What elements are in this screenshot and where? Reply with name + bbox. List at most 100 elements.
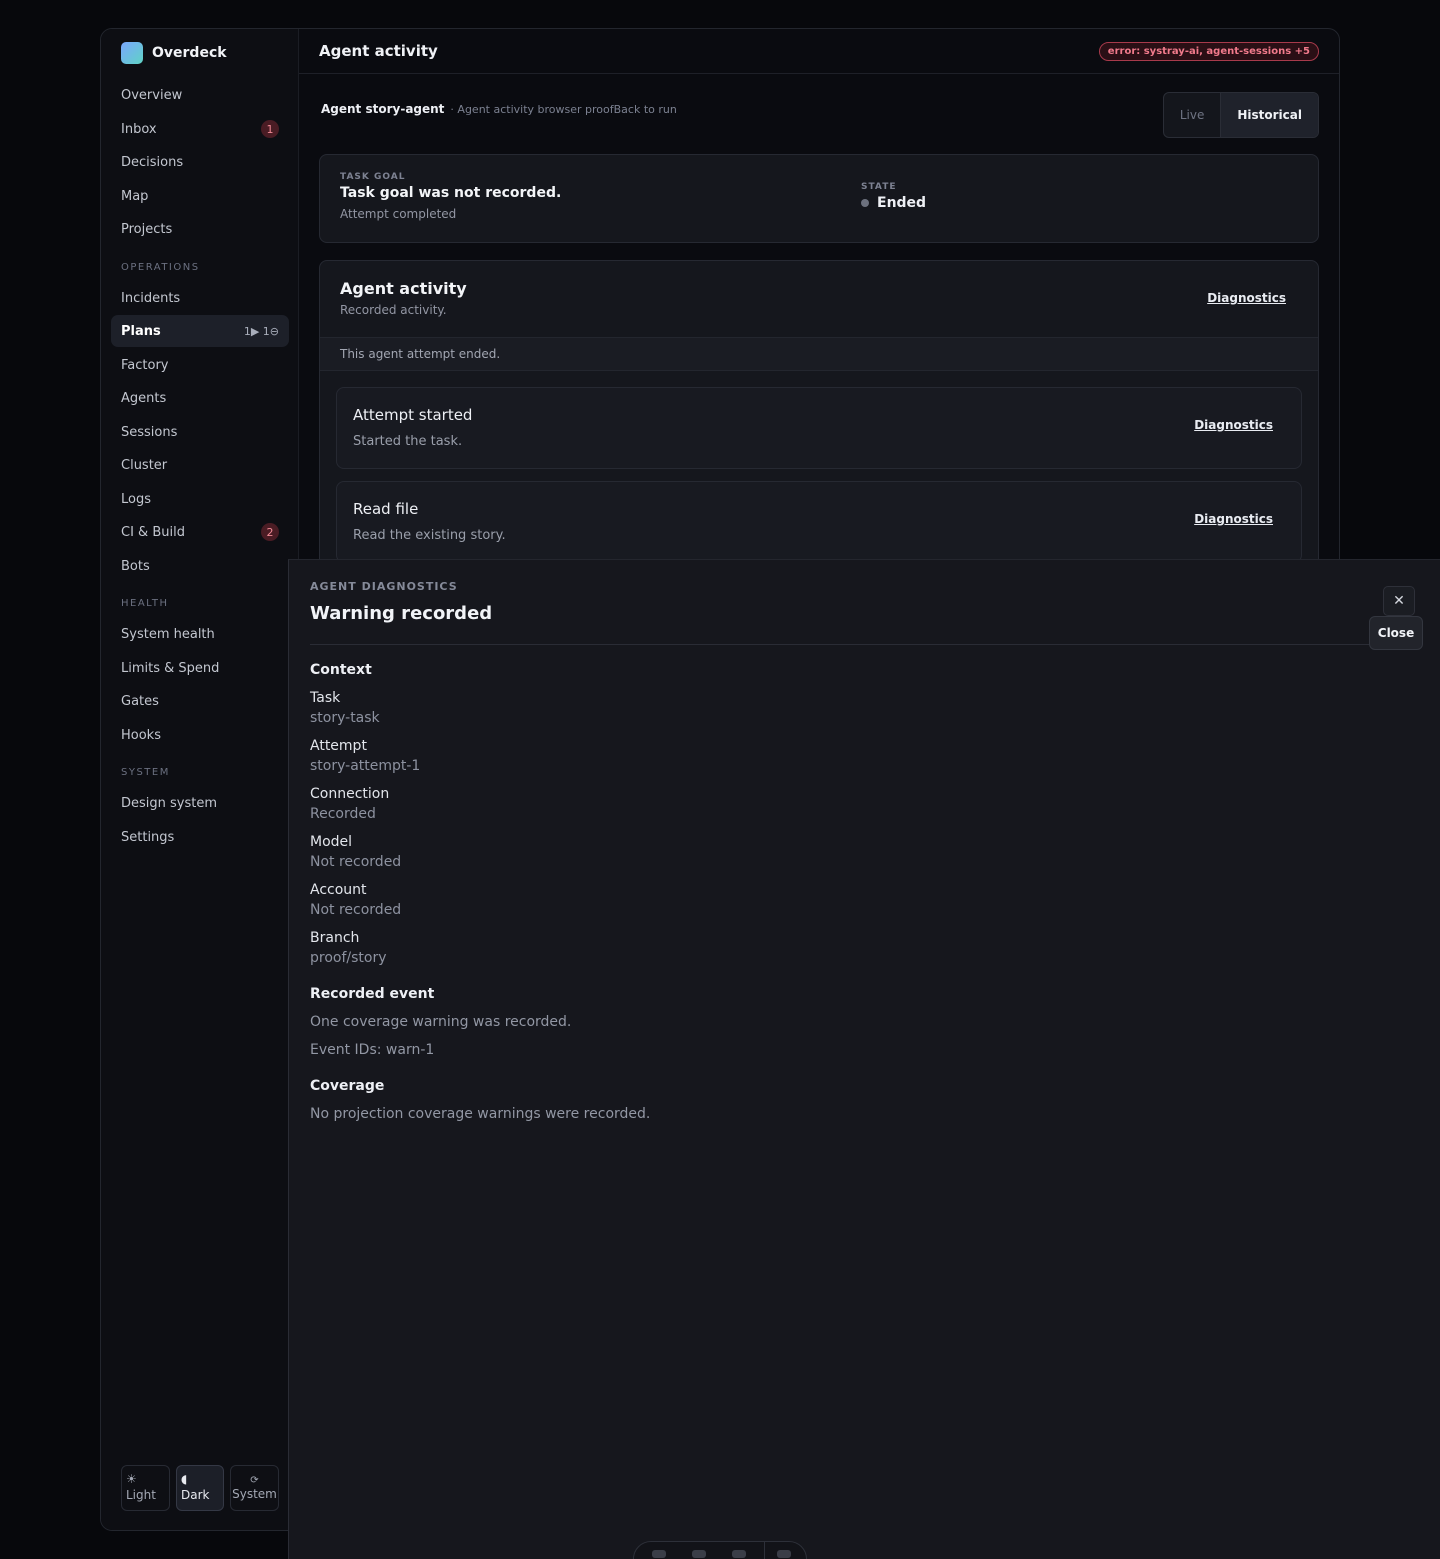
section-title-system: SYSTEM <box>121 767 170 778</box>
dock-item-icon[interactable] <box>692 1550 706 1558</box>
brand-name: Overdeck <box>152 45 227 61</box>
sidebar-item-label: Limits & Spend <box>121 660 220 676</box>
sidebar-item-map[interactable]: Map <box>111 180 289 212</box>
context-value: story-task <box>310 710 380 726</box>
event-ids-text: Event IDs: warn-1 <box>310 1042 435 1058</box>
theme-system-button[interactable]: ⟳ System <box>230 1465 279 1511</box>
recorded-event-heading: Recorded event <box>310 986 435 1002</box>
sidebar-item-label: Gates <box>121 693 159 709</box>
breadcrumb-agent[interactable]: Agent story-agent <box>321 102 444 116</box>
agent-activity-card: Agent activity Recorded activity. Diagno… <box>319 260 1319 580</box>
drawer-title: Warning recorded <box>310 603 493 624</box>
refresh-icon: ⟳ <box>250 1474 259 1486</box>
context-value: story-attempt-1 <box>310 758 421 774</box>
attempt-ended-banner: This agent attempt ended. <box>320 337 1318 371</box>
event-subtitle: Read the existing story. <box>353 528 506 543</box>
event-diagnostics-link[interactable]: Diagnostics <box>1194 418 1273 432</box>
brand[interactable]: Overdeck <box>121 42 227 64</box>
sidebar-item-label: Decisions <box>121 154 184 170</box>
state-kicker: STATE <box>861 182 897 192</box>
sidebar-item-gates[interactable]: Gates <box>111 685 289 717</box>
event-subtitle: Started the task. <box>353 434 463 449</box>
context-value: Not recorded <box>310 902 402 918</box>
diagnostics-drawer: AGENT DIAGNOSTICS Warning recorded ✕ Clo… <box>288 559 1440 1559</box>
sidebar-item-label: CI & Build <box>121 524 185 540</box>
section-title-operations: OPERATIONS <box>121 262 200 273</box>
live-mode-button[interactable]: Live <box>1164 93 1221 137</box>
event-diagnostics-link[interactable]: Diagnostics <box>1194 512 1273 526</box>
historical-mode-button[interactable]: Historical <box>1220 93 1318 137</box>
sidebar-item-plans[interactable]: Plans 1▶ 1⊖ <box>111 315 289 347</box>
sidebar-item-ci-build[interactable]: CI & Build 2 <box>111 516 289 548</box>
context-key: Account <box>310 882 367 898</box>
activity-event: Read file Read the existing story. Diagn… <box>336 481 1302 563</box>
theme-dark-label: ◖ Dark <box>181 1472 210 1502</box>
sidebar-item-logs[interactable]: Logs <box>111 483 289 515</box>
sidebar-item-label: Map <box>121 188 149 204</box>
bottom-dock <box>633 1541 807 1559</box>
sidebar-item-bots[interactable]: Bots <box>111 550 289 582</box>
theme-light-button[interactable]: ☀ Light <box>121 1465 170 1511</box>
state-value-text: Ended <box>877 195 927 211</box>
ci-build-count-badge: 2 <box>261 523 279 541</box>
sidebar-item-sessions[interactable]: Sessions <box>111 416 289 448</box>
breadcrumb-subtitle: · Agent activity browser proof <box>450 102 614 116</box>
back-to-run-link[interactable]: Back to run <box>614 103 677 116</box>
mode-toggle: Live Historical <box>1162 92 1319 138</box>
sidebar-item-label: Logs <box>121 491 151 507</box>
activity-event: Attempt started Started the task. Diagno… <box>336 387 1302 469</box>
coverage-heading: Coverage <box>310 1078 385 1094</box>
inbox-count-badge: 1 <box>261 120 279 138</box>
context-heading: Context <box>310 662 372 678</box>
theme-system-label: System <box>232 1486 277 1501</box>
sidebar: Overdeck Overview Inbox 1 Decisions Map P… <box>101 29 299 1530</box>
activity-title: Agent activity <box>340 279 467 298</box>
context-value: proof/story <box>310 950 387 966</box>
sidebar-item-cluster[interactable]: Cluster <box>111 449 289 481</box>
theme-switcher: ☀ Light ◖ Dark ⟳ System <box>121 1465 279 1511</box>
theme-dark-button[interactable]: ◖ Dark <box>176 1465 224 1511</box>
sidebar-item-agents[interactable]: Agents <box>111 382 289 414</box>
sidebar-item-overview[interactable]: Overview <box>111 79 289 111</box>
event-title: Attempt started <box>353 406 473 424</box>
sidebar-item-label: System health <box>121 626 215 642</box>
sidebar-item-design-system[interactable]: Design system <box>111 787 289 819</box>
sidebar-item-hooks[interactable]: Hooks <box>111 719 289 751</box>
sidebar-item-label: Agents <box>121 390 167 406</box>
sidebar-item-label: Factory <box>121 357 169 373</box>
sidebar-item-factory[interactable]: Factory <box>111 349 289 381</box>
sidebar-item-label: Overview <box>121 87 183 103</box>
error-status-badge[interactable]: error: systray-ai, agent-sessions +5 <box>1098 41 1319 61</box>
sidebar-item-inbox[interactable]: Inbox 1 <box>111 113 289 145</box>
sidebar-item-decisions[interactable]: Decisions <box>111 146 289 178</box>
sidebar-item-system-health[interactable]: System health <box>111 618 289 650</box>
sidebar-item-settings[interactable]: Settings <box>111 821 289 853</box>
sidebar-item-label: Bots <box>121 558 150 574</box>
sidebar-item-label: Incidents <box>121 290 181 306</box>
task-goal-subtitle: Attempt completed <box>340 207 457 221</box>
sidebar-item-incidents[interactable]: Incidents <box>111 282 289 314</box>
context-key: Model <box>310 834 353 850</box>
context-key: Connection <box>310 786 390 802</box>
section-title-health: HEALTH <box>121 598 169 609</box>
breadcrumb: Agent story-agent · Agent activity brows… <box>321 102 677 116</box>
topbar: Agent activity error: systray-ai, agent-… <box>299 29 1339 74</box>
status-dot-icon <box>861 199 869 207</box>
sidebar-item-label: Settings <box>121 829 175 845</box>
dock-item-icon[interactable] <box>732 1550 746 1558</box>
drawer-kicker: AGENT DIAGNOSTICS <box>310 580 458 593</box>
sidebar-item-limits-spend[interactable]: Limits & Spend <box>111 652 289 684</box>
context-value: Recorded <box>310 806 376 822</box>
sidebar-item-label: Cluster <box>121 457 168 473</box>
sidebar-item-projects[interactable]: Projects <box>111 213 289 245</box>
sidebar-item-label: Inbox <box>121 121 157 137</box>
activity-diagnostics-link[interactable]: Diagnostics <box>1207 291 1286 305</box>
divider <box>310 644 1370 645</box>
dock-item-icon[interactable] <box>652 1550 666 1558</box>
close-icon[interactable]: ✕ <box>1383 586 1415 616</box>
sidebar-item-label: Projects <box>121 221 173 237</box>
event-title: Read file <box>353 500 419 518</box>
task-goal-kicker: TASK GOAL <box>340 172 406 182</box>
dock-item-icon[interactable] <box>777 1550 791 1558</box>
task-goal-title: Task goal was not recorded. <box>340 185 562 201</box>
